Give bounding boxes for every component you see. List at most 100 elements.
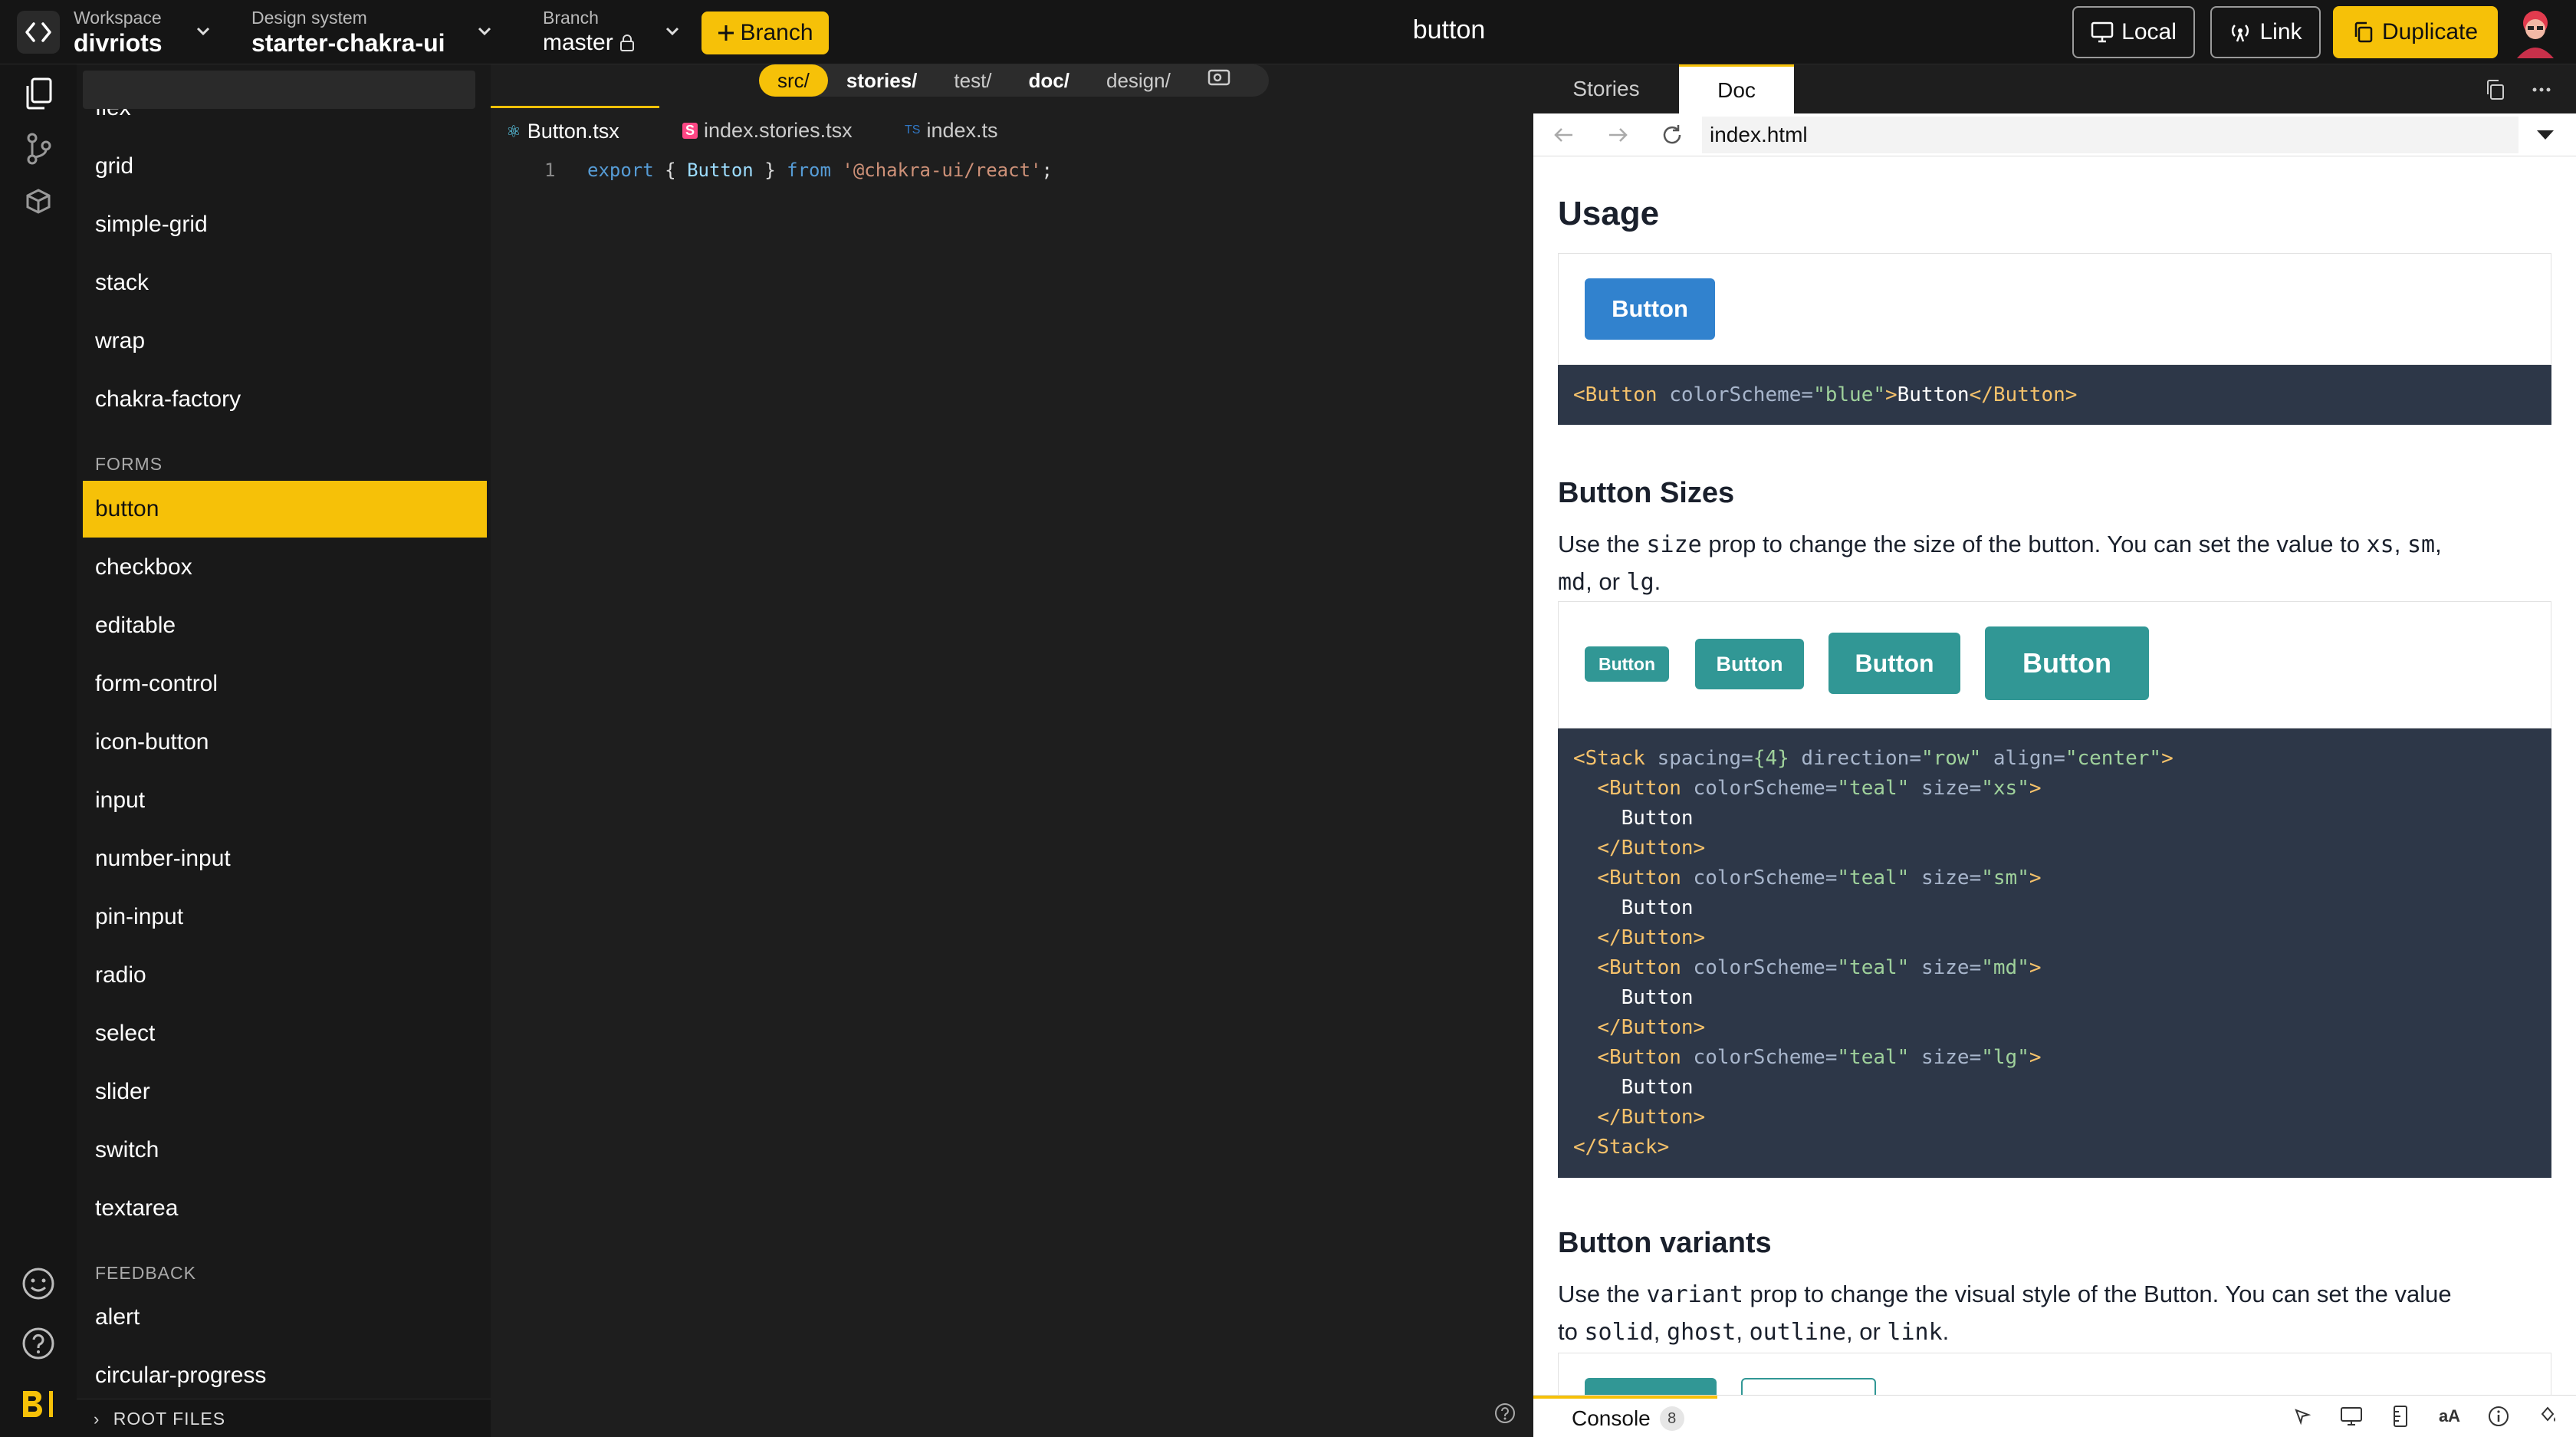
sidebar-item[interactable]: switch	[83, 1122, 487, 1179]
sidebar-item[interactable]: grid	[83, 138, 487, 195]
back-arrow-icon[interactable]	[1552, 124, 1576, 146]
branch-label: Branch	[543, 8, 599, 28]
duplicate-label: Duplicate	[2381, 19, 2479, 44]
chevron-down-icon[interactable]	[473, 20, 496, 43]
code-row: Button	[1621, 1076, 1694, 1099]
smiley-icon[interactable]	[17, 1262, 60, 1305]
sidebar-item[interactable]: chakra-factory	[83, 371, 487, 428]
new-branch-button[interactable]: Branch	[702, 12, 829, 54]
variants-demo	[1558, 1353, 2551, 1395]
link-button[interactable]: Link	[2210, 6, 2321, 58]
root-files-toggle[interactable]: › ROOT FILES	[77, 1399, 491, 1437]
code-row: </Button>	[1597, 1016, 1706, 1039]
text-size-icon[interactable]: aA	[2436, 1403, 2463, 1429]
demo-teal-button-sm[interactable]: Button	[1695, 639, 1804, 689]
desktop-icon[interactable]	[2338, 1403, 2364, 1429]
crumb-src[interactable]: src/	[759, 64, 828, 97]
sidebar-item[interactable]: icon-button	[83, 714, 487, 771]
color-fill-icon[interactable]	[2535, 1403, 2561, 1429]
usage-heading: Usage	[1558, 195, 1660, 232]
code-row: <Button colorScheme="teal" size="lg">	[1597, 1046, 2042, 1069]
sidebar-item[interactable]: checkbox	[83, 539, 487, 596]
tab-index-stories[interactable]: S index.stories.tsx	[667, 106, 882, 155]
sizes-description: Use the size prop to change the size of …	[1558, 531, 2442, 596]
avatar[interactable]	[2511, 6, 2560, 58]
duplicate-button[interactable]: Duplicate	[2333, 6, 2498, 58]
crumb-design[interactable]: design/	[1088, 64, 1189, 97]
console-bar: Console 8 aA	[1533, 1395, 2576, 1437]
tab-doc[interactable]: Doc	[1679, 64, 1794, 113]
sidebar-item[interactable]: pin-input	[83, 889, 487, 945]
caret-down-icon[interactable]	[2534, 127, 2557, 143]
code-brackets-icon[interactable]	[17, 11, 60, 54]
sidebar-item[interactable]: slider	[83, 1064, 487, 1120]
console-count-badge: 8	[1659, 1406, 1684, 1431]
sidebar-item[interactable]: stack	[83, 255, 487, 311]
preview-url-bar: index.html	[1533, 113, 2576, 156]
tab-stories[interactable]: Stories	[1533, 64, 1679, 113]
sidebar-item[interactable]: textarea	[83, 1180, 487, 1237]
demo-outline-button[interactable]	[1741, 1378, 1876, 1395]
variants-description: Use the variant prop to change the visua…	[1558, 1281, 2452, 1346]
workspace-label: Workspace	[74, 8, 162, 28]
plus-icon	[718, 25, 734, 41]
editor-tabs: ⚛ Button.tsx S index.stories.tsx TS inde…	[491, 106, 1533, 155]
sidebar-search-input[interactable]	[83, 71, 475, 109]
crumb-test[interactable]: test/	[935, 64, 1010, 97]
monitor-icon	[2091, 21, 2114, 43]
sidebar-item[interactable]: wrap	[83, 313, 487, 370]
help-icon[interactable]	[1493, 1402, 1516, 1425]
info-icon[interactable]	[2486, 1403, 2512, 1429]
component-sidebar: flex grid simple-grid stack wrap chakra-…	[77, 64, 491, 1437]
local-label: Local	[2121, 19, 2177, 44]
design-system-label: Design system	[251, 8, 367, 28]
screenshot-icon[interactable]	[1189, 64, 1249, 97]
workspace-value: divriots	[74, 29, 163, 57]
more-options-icon[interactable]	[2530, 78, 2553, 101]
code-editor[interactable]	[491, 64, 1533, 1437]
chevron-down-icon[interactable]	[192, 20, 215, 43]
demo-teal-button-md[interactable]: Button	[1829, 633, 1960, 694]
workspace-selector[interactable]: Workspace divriots	[74, 6, 163, 57]
sidebar-item[interactable]: radio	[83, 947, 487, 1004]
crumb-stories[interactable]: stories/	[828, 64, 936, 97]
sidebar-item[interactable]: input	[83, 772, 487, 829]
demo-solid-button[interactable]	[1585, 1378, 1717, 1395]
ruler-icon[interactable]	[2387, 1403, 2413, 1429]
sidebar-item[interactable]: simple-grid	[83, 196, 487, 253]
copy-icon[interactable]	[2484, 78, 2507, 101]
sidebar-item-active[interactable]: button	[83, 481, 487, 538]
sidebar-item[interactable]: circular-progress	[83, 1347, 487, 1404]
crumb-doc[interactable]: doc/	[1010, 64, 1088, 97]
demo-teal-button-xs[interactable]: Button	[1585, 646, 1669, 682]
react-icon: ⚛	[506, 121, 521, 141]
files-icon[interactable]	[17, 72, 60, 115]
local-button[interactable]: Local	[2072, 6, 2195, 58]
sizes-code-block: <Stack spacing={4} direction="row" align…	[1558, 728, 2551, 1178]
tab-label: Button.tsx	[527, 120, 619, 143]
tab-index-ts[interactable]: TS index.ts	[889, 106, 1043, 155]
sidebar-item[interactable]: number-input	[83, 830, 487, 887]
design-system-selector[interactable]: Design system starter-chakra-ui	[251, 6, 445, 57]
tab-button-tsx[interactable]: ⚛ Button.tsx	[491, 106, 659, 155]
demo-teal-button-lg[interactable]: Button	[1985, 626, 2149, 700]
pointer-icon[interactable]	[2289, 1403, 2315, 1429]
url-input[interactable]: index.html	[1702, 117, 2518, 153]
sidebar-item[interactable]: select	[83, 1005, 487, 1062]
sidebar-item[interactable]: alert	[83, 1289, 487, 1346]
git-branch-icon[interactable]	[17, 127, 60, 170]
branch-selector[interactable]: Branch master	[543, 6, 635, 57]
code-line[interactable]: 1 export { Button } from '@chakra-ui/rea…	[491, 156, 1526, 184]
reload-icon[interactable]	[1660, 123, 1684, 147]
backlight-logo-icon	[17, 1383, 60, 1426]
chevron-down-icon[interactable]	[661, 20, 684, 43]
help-icon[interactable]	[17, 1322, 60, 1365]
demo-blue-button[interactable]: Button	[1585, 278, 1715, 340]
forward-arrow-icon[interactable]	[1606, 124, 1629, 146]
package-icon[interactable]	[17, 179, 60, 222]
console-tab[interactable]: Console 8	[1533, 1396, 1717, 1437]
sidebar-item[interactable]: editable	[83, 597, 487, 654]
sidebar-item[interactable]: form-control	[83, 656, 487, 712]
line-number: 1	[544, 159, 556, 181]
storybook-icon: S	[682, 122, 698, 139]
